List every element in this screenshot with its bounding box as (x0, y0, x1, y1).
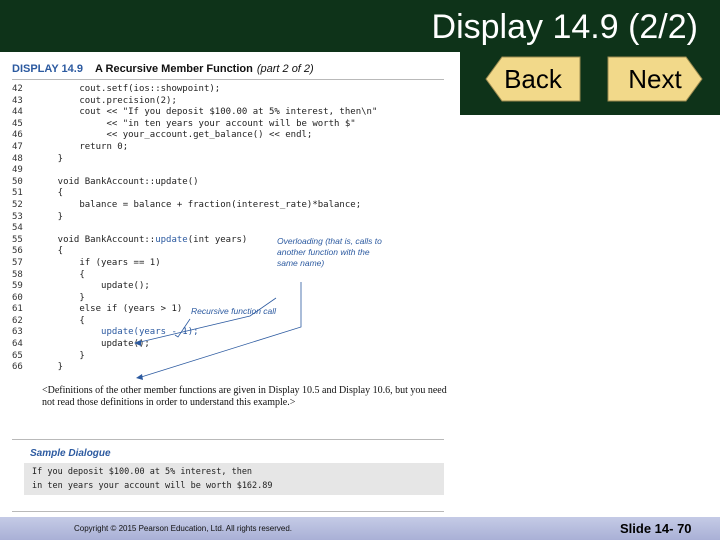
overloading-annotation: Overloading (that is, calls to another f… (277, 236, 382, 268)
sample-rule (12, 439, 444, 440)
recursive-call-annotation: Recursive function call (191, 306, 277, 316)
next-button[interactable]: Next (606, 55, 704, 103)
annotation-arrows (134, 282, 302, 380)
display-document: DISPLAY 14.9 A Recursive Member Function(… (0, 52, 460, 517)
back-button-label: Back (504, 64, 562, 94)
sample-dialogue-box: If you deposit $100.00 at 5% interest, t… (24, 463, 444, 495)
slide-number: Slide 14- 70 (620, 521, 692, 536)
next-button-label: Next (628, 64, 682, 94)
slide-title: Display 14.9 (2/2) (431, 8, 698, 46)
definitions-note: <Definitions of the other member functio… (42, 385, 447, 408)
sample-dialogue-heading: Sample Dialogue (30, 448, 111, 459)
copyright-text: Copyright © 2015 Pearson Education, Ltd.… (74, 524, 293, 533)
sample-line-2: in ten years your account will be worth … (32, 481, 273, 491)
back-button[interactable]: Back (484, 55, 582, 103)
slide-header: Display 14.9 (2/2) (0, 0, 720, 52)
slide-footer: Copyright © 2015 Pearson Education, Ltd.… (0, 517, 720, 540)
bottom-rule (12, 511, 444, 512)
sample-line-1: If you deposit $100.00 at 5% interest, t… (32, 467, 253, 477)
